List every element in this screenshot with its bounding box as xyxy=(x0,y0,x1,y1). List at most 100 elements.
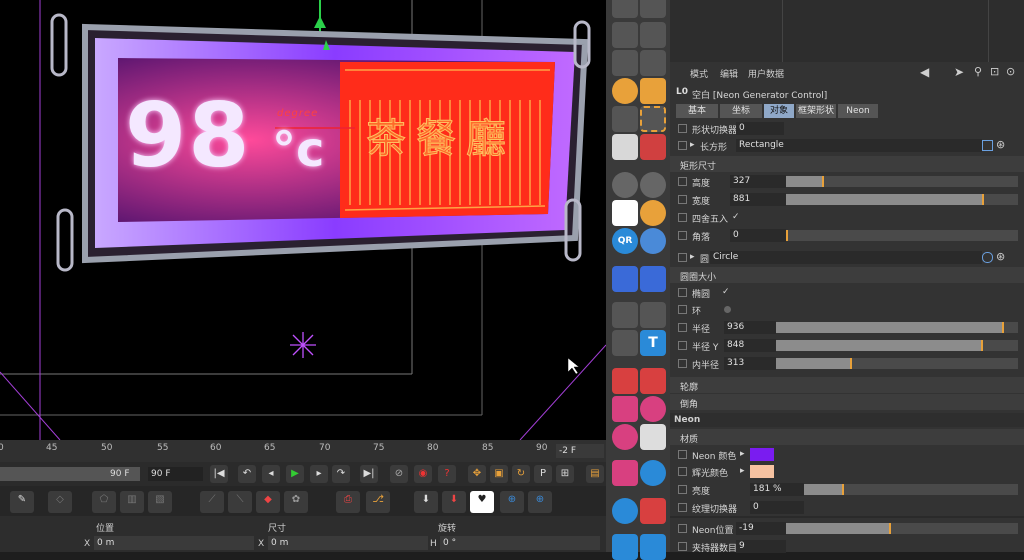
holder-count-field[interactable]: 9 xyxy=(736,540,786,553)
tab-basic[interactable]: 基本 xyxy=(676,104,718,118)
material-section[interactable]: 材质 xyxy=(670,429,1024,445)
deformer-icon[interactable]: ⟋ xyxy=(200,491,224,513)
radius-y-field[interactable]: 848 xyxy=(724,339,776,352)
new-window-icon[interactable]: ⊙ xyxy=(1006,65,1015,78)
texture-switch-field[interactable]: 0 xyxy=(750,501,804,514)
tab-object[interactable]: 对象 xyxy=(764,104,794,118)
anim-key-icon[interactable] xyxy=(678,124,687,133)
torus-icon[interactable] xyxy=(612,172,638,198)
expand-arrow-icon[interactable]: ▸ xyxy=(740,449,745,459)
neon-position-slider[interactable] xyxy=(786,523,1018,534)
h-rotation-field[interactable]: 0 ° xyxy=(440,536,600,550)
anim-key-icon[interactable] xyxy=(678,253,687,262)
circle-link-field[interactable]: Circle xyxy=(710,251,982,264)
width-field[interactable]: 881 xyxy=(730,193,786,206)
anim-key-icon[interactable] xyxy=(678,141,687,150)
heart-icon[interactable]: ♥ xyxy=(470,491,494,513)
inner-radius-field[interactable]: 313 xyxy=(724,357,776,370)
anim-key-icon[interactable] xyxy=(678,213,687,222)
anim-key-icon[interactable] xyxy=(678,450,687,459)
import-icon[interactable]: ⬇ xyxy=(414,491,438,513)
rotate-key-icon[interactable]: ↻ xyxy=(512,465,530,483)
array-icon[interactable] xyxy=(612,106,638,132)
bowtie-icon[interactable] xyxy=(612,396,638,422)
back-arrow-icon[interactable]: ◀ xyxy=(920,65,929,79)
target-red-icon[interactable] xyxy=(640,498,666,524)
inner-radius-slider[interactable] xyxy=(776,358,1018,369)
expand-arrow-icon[interactable]: ▸ xyxy=(690,252,695,262)
cube-cluster-icon[interactable] xyxy=(612,460,638,486)
anim-key-icon[interactable] xyxy=(678,195,687,204)
circle-size-section[interactable]: 圆圈大小 xyxy=(670,267,1024,283)
record-button[interactable]: ◉ xyxy=(414,465,432,483)
anim-key-icon[interactable] xyxy=(678,485,687,494)
lathe-icon[interactable]: ⬠ xyxy=(92,491,116,513)
3d-viewport[interactable]: 98 °c degree 茶餐廳 xyxy=(0,0,606,440)
rect-shape-link-field[interactable]: Rectangle xyxy=(736,139,982,152)
text-icon[interactable]: T xyxy=(640,330,666,356)
link-target-icon[interactable]: ⊛ xyxy=(996,250,1005,263)
shape-icon[interactable] xyxy=(612,0,638,18)
pen-icon[interactable] xyxy=(612,266,638,292)
bend-icon[interactable]: ⟍ xyxy=(228,491,252,513)
menu-mode[interactable]: 模式 xyxy=(690,67,708,80)
sphere-icon[interactable] xyxy=(612,78,638,104)
neon-position-field[interactable]: -19 xyxy=(736,522,786,535)
width-slider[interactable] xyxy=(786,194,1018,205)
step-forward-button[interactable]: ↷ xyxy=(332,465,350,483)
play-button[interactable]: ▶ xyxy=(286,465,304,483)
render-view-icon[interactable]: ⎙ xyxy=(336,491,360,513)
end-frame-b-field[interactable]: 90 F xyxy=(148,467,203,481)
param-key-icon[interactable]: P xyxy=(534,465,552,483)
anim-key-icon[interactable] xyxy=(678,288,687,297)
globe-grid-icon[interactable]: ⊕ xyxy=(500,491,524,513)
grid-key-icon[interactable]: ⊞ xyxy=(556,465,574,483)
spheres-icon[interactable] xyxy=(640,460,666,486)
deformer-icon[interactable] xyxy=(612,330,638,356)
half-sphere-icon[interactable] xyxy=(640,396,666,422)
globe-grid-icon-2[interactable]: ⊕ xyxy=(528,491,552,513)
cube-deform-icon[interactable]: ◆ xyxy=(256,491,280,513)
go-to-start-button[interactable]: |◀ xyxy=(210,465,228,483)
current-frame-field[interactable]: -2 F xyxy=(556,444,604,458)
height-slider[interactable] xyxy=(786,176,1018,187)
anim-key-icon[interactable] xyxy=(678,231,687,240)
anim-key-icon[interactable] xyxy=(678,359,687,368)
autokey-button[interactable]: ? xyxy=(438,465,456,483)
anim-key-icon[interactable] xyxy=(678,177,687,186)
radius-y-slider[interactable] xyxy=(776,340,1018,351)
brightness-slider[interactable] xyxy=(804,484,1018,495)
target-icon[interactable] xyxy=(612,200,638,226)
mograph-icon[interactable]: ✿ xyxy=(284,491,308,513)
anim-key-icon[interactable] xyxy=(678,524,687,533)
material-icon[interactable] xyxy=(640,134,666,160)
spline-icon[interactable] xyxy=(612,50,638,76)
search-icon[interactable]: ⚲ xyxy=(974,65,982,78)
box-blue-icon[interactable] xyxy=(640,534,666,560)
sphere-slice-icon[interactable] xyxy=(612,424,638,450)
radius-slider[interactable] xyxy=(776,322,1018,333)
step-back-button[interactable]: ↶ xyxy=(238,465,256,483)
rect-size-section[interactable]: 矩形尺寸 xyxy=(670,156,1024,172)
s-plugin-icon[interactable] xyxy=(640,200,666,226)
dice-icon[interactable] xyxy=(640,424,666,450)
tab-frame-shape[interactable]: 框架形状 xyxy=(796,104,836,118)
brightness-field[interactable]: 181 % xyxy=(750,483,804,496)
anim-key-icon[interactable] xyxy=(678,467,687,476)
twist-icon[interactable] xyxy=(640,368,666,394)
expand-arrow-icon[interactable]: ▸ xyxy=(690,140,695,150)
timeline-ruler[interactable]: 0 45 50 55 60 65 70 75 80 85 90 -2 F xyxy=(0,440,606,462)
qr-icon[interactable]: QR xyxy=(612,228,638,254)
spline-box-icon[interactable] xyxy=(640,50,666,76)
move-key-icon[interactable]: ✥ xyxy=(468,465,486,483)
bevel-section[interactable]: 倒角 xyxy=(670,394,1024,410)
corner-field[interactable]: 0 xyxy=(730,229,786,242)
cube-icon[interactable] xyxy=(640,78,666,104)
saturn-icon[interactable] xyxy=(640,228,666,254)
radius-field[interactable]: 936 xyxy=(724,321,776,334)
tab-coord[interactable]: 坐标 xyxy=(720,104,762,118)
extrude-icon[interactable]: ◇ xyxy=(48,491,72,513)
export-icon[interactable]: ⬇ xyxy=(442,491,466,513)
film-strip-icon[interactable]: ▤ xyxy=(586,465,604,483)
cylinder-icon[interactable] xyxy=(612,134,638,160)
